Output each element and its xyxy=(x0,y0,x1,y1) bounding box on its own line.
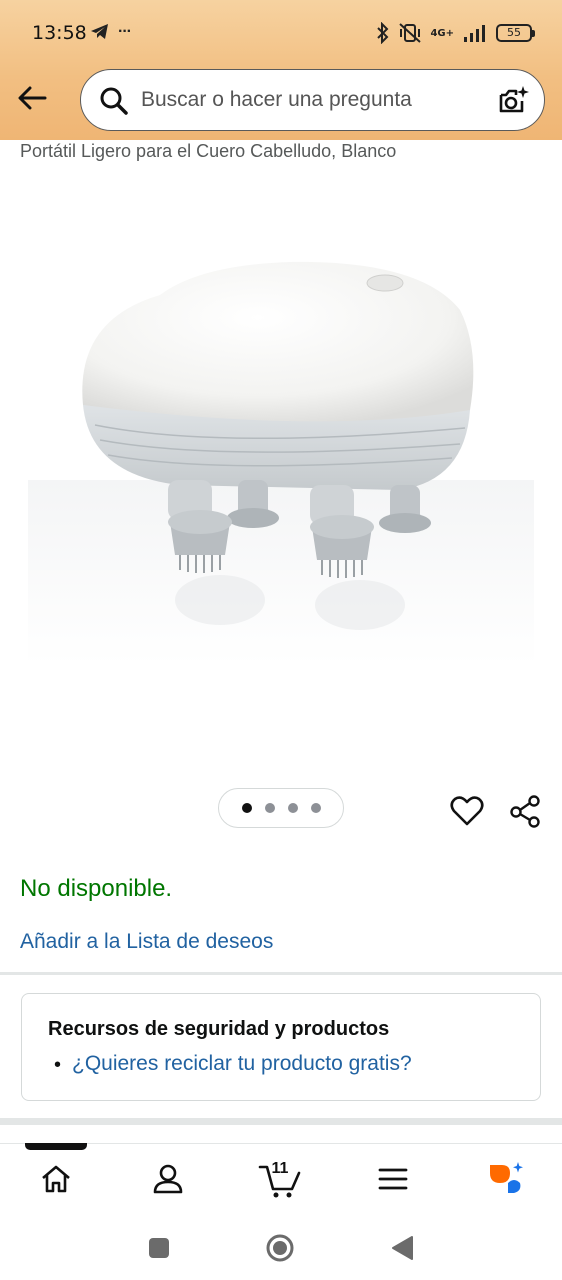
share-button[interactable] xyxy=(508,794,542,828)
search-icon xyxy=(100,87,128,115)
battery-indicator: 55 xyxy=(496,24,535,42)
more-notifications-icon: ··· xyxy=(118,23,132,40)
home-icon xyxy=(42,1165,70,1193)
system-nav-bar xyxy=(0,1215,562,1280)
telegram-icon xyxy=(91,24,108,39)
nav-rufus[interactable] xyxy=(476,1156,536,1202)
product-title: Portátil Ligero para el Cuero Cabelludo,… xyxy=(20,141,397,161)
bluetooth-icon xyxy=(377,22,389,44)
nav-menu[interactable] xyxy=(363,1156,423,1202)
status-time: 13:58 xyxy=(32,22,87,44)
nav-cart[interactable]: 11 xyxy=(250,1156,310,1202)
circle-icon xyxy=(266,1234,294,1262)
triangle-back-icon xyxy=(392,1236,413,1260)
back-button[interactable] xyxy=(12,78,52,118)
product-image[interactable] xyxy=(20,200,542,720)
square-icon xyxy=(149,1238,169,1258)
image-pager[interactable] xyxy=(218,788,344,828)
search-input[interactable]: Buscar o hacer una pregunta xyxy=(141,88,412,112)
rufus-icon xyxy=(490,1162,523,1193)
recycle-product-link[interactable]: ¿Quieres reciclar tu producto gratis? xyxy=(72,1052,412,1076)
scalp-massager-image xyxy=(28,261,534,666)
pager-dot[interactable] xyxy=(264,803,275,813)
nav-account[interactable] xyxy=(138,1156,198,1202)
active-tab-indicator xyxy=(25,1143,87,1150)
availability-status: No disponible. xyxy=(20,875,173,902)
resources-title: Recursos de seguridad y productos xyxy=(48,1018,390,1040)
search-bar[interactable]: Buscar o hacer una pregunta xyxy=(80,69,545,131)
wishlist-heart-button[interactable] xyxy=(450,794,484,828)
menu-icon xyxy=(378,1168,408,1190)
pager-dot[interactable] xyxy=(241,803,252,813)
account-icon xyxy=(153,1164,183,1194)
signal-icon xyxy=(464,25,485,42)
bottom-nav: 11 xyxy=(0,1143,562,1215)
pager-dot[interactable] xyxy=(287,803,298,813)
recents-button[interactable] xyxy=(144,1233,174,1263)
status-right-icons: 4G+ 55 xyxy=(376,20,535,46)
camera-search-icon[interactable] xyxy=(496,84,530,118)
back-system-button[interactable] xyxy=(387,1233,417,1263)
nav-home[interactable] xyxy=(26,1156,86,1202)
network-type: 4G+ xyxy=(430,27,454,39)
heart-icon xyxy=(450,796,484,826)
status-left-icons: ··· xyxy=(90,18,132,46)
arrow-left-icon xyxy=(18,86,47,110)
pager-dot[interactable] xyxy=(310,803,321,813)
status-bar: 13:58 ··· 4G+ 55 xyxy=(0,0,562,64)
home-system-button[interactable] xyxy=(265,1233,295,1263)
safety-resources-card: Recursos de seguridad y productos • ¿Qui… xyxy=(21,993,541,1101)
section-divider xyxy=(0,1118,562,1125)
app-header: 13:58 ··· 4G+ 55 Buscar o hacer una preg… xyxy=(0,0,562,140)
bullet: • xyxy=(54,1054,62,1076)
vibrate-off-icon xyxy=(399,23,422,43)
add-to-wishlist-link[interactable]: Añadir a la Lista de deseos xyxy=(20,930,273,954)
share-icon xyxy=(510,795,540,828)
section-divider xyxy=(0,972,562,975)
cart-count: 11 xyxy=(271,1160,289,1177)
